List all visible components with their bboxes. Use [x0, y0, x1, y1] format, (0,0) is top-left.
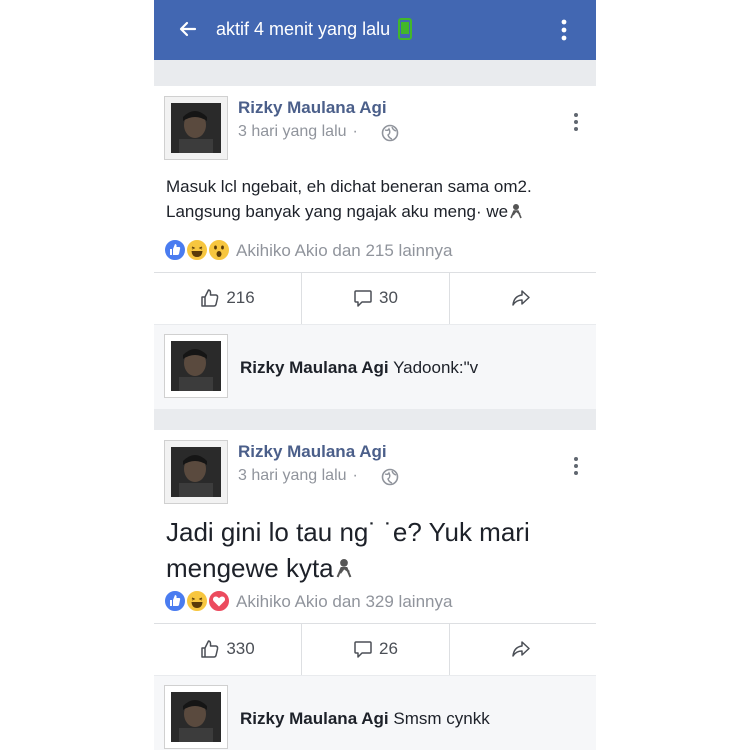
ninja-emoji-icon: [510, 204, 522, 219]
haha-icon: [186, 590, 208, 612]
comment-count: 26: [379, 639, 398, 658]
post-time: 3 hari yang lalu ·: [238, 467, 358, 484]
comment-bubble-icon: [354, 641, 372, 658]
post-author[interactable]: Rizky Maulana Agi: [238, 98, 387, 118]
mobile-phone-icon: [398, 18, 412, 40]
comment-button[interactable]: 26: [302, 623, 449, 675]
comment-text: Rizky Maulana Agi Yadoonk:"v: [240, 358, 478, 378]
post-options-icon[interactable]: [572, 112, 580, 132]
comment-body: Smsm cynkk: [393, 709, 490, 728]
like-count: 216: [226, 288, 255, 307]
comment-preview[interactable]: Rizky Maulana Agi Smsm cynkk: [154, 676, 596, 750]
ninja-emoji-icon: [336, 559, 352, 578]
post-options-icon[interactable]: [572, 456, 580, 476]
like-icon: [164, 239, 186, 261]
avatar[interactable]: [164, 334, 228, 398]
comment-text: Rizky Maulana Agi Smsm cynkk: [240, 709, 490, 729]
like-count: 330: [226, 639, 255, 658]
love-icon: [208, 590, 230, 612]
avatar[interactable]: [164, 685, 228, 749]
like-button[interactable]: 216: [154, 272, 301, 324]
post-author[interactable]: Rizky Maulana Agi: [238, 442, 387, 462]
thumbs-up-icon: [201, 640, 219, 658]
thumbs-up-icon: [201, 289, 219, 307]
like-icon: [164, 590, 186, 612]
comment-count: 30: [379, 288, 398, 307]
comment-author[interactable]: Rizky Maulana Agi: [240, 709, 389, 728]
globe-icon: [381, 124, 399, 142]
reaction-summary[interactable]: Akihiko Akio dan 329 lainnya: [236, 592, 452, 612]
reaction-icons[interactable]: [164, 590, 234, 614]
post-text-line: mengewe kyta: [166, 550, 586, 586]
comment-button[interactable]: 30: [302, 272, 449, 324]
post-text: Masuk lcl ngebait, eh dichat beneran sam…: [166, 174, 586, 224]
arrow-left-icon[interactable]: [178, 19, 198, 39]
phone-screen: aktif 4 menit yang lalu Rizky Maulana Ag…: [154, 0, 596, 750]
vertical-dots-icon[interactable]: [558, 18, 570, 42]
post-text: Jadi gini lo tau ng˙ ˙e? Yuk mari mengew…: [166, 514, 586, 586]
post-card: Rizky Maulana Agi 3 hari yang lalu · Jadi…: [154, 430, 596, 675]
post-card: Rizky Maulana Agi 3 hari yang lalu · Masu…: [154, 86, 596, 324]
header-title: aktif 4 menit yang lalu: [216, 19, 391, 39]
haha-icon: [186, 239, 208, 261]
comment-body: Yadoonk:"v: [393, 358, 479, 377]
comment-bubble-icon: [354, 290, 372, 307]
share-arrow-icon: [511, 290, 530, 306]
share-button[interactable]: [450, 272, 596, 324]
chat-header-bar: aktif 4 menit yang lalu: [154, 0, 596, 60]
share-arrow-icon: [511, 641, 530, 657]
reaction-icons[interactable]: [164, 239, 234, 263]
globe-icon: [381, 468, 399, 486]
reaction-summary[interactable]: Akihiko Akio dan 215 lainnya: [236, 241, 452, 261]
like-button[interactable]: 330: [154, 623, 301, 675]
share-button[interactable]: [450, 623, 596, 675]
wow-icon: [208, 239, 230, 261]
post-text-line: Langsung banyak yang ngajak aku meng· we: [166, 199, 586, 224]
avatar[interactable]: [164, 96, 228, 160]
comment-author[interactable]: Rizky Maulana Agi: [240, 358, 389, 377]
comment-preview[interactable]: Rizky Maulana Agi Yadoonk:"v: [154, 325, 596, 409]
avatar[interactable]: [164, 440, 228, 504]
post-time: 3 hari yang lalu ·: [238, 123, 358, 140]
